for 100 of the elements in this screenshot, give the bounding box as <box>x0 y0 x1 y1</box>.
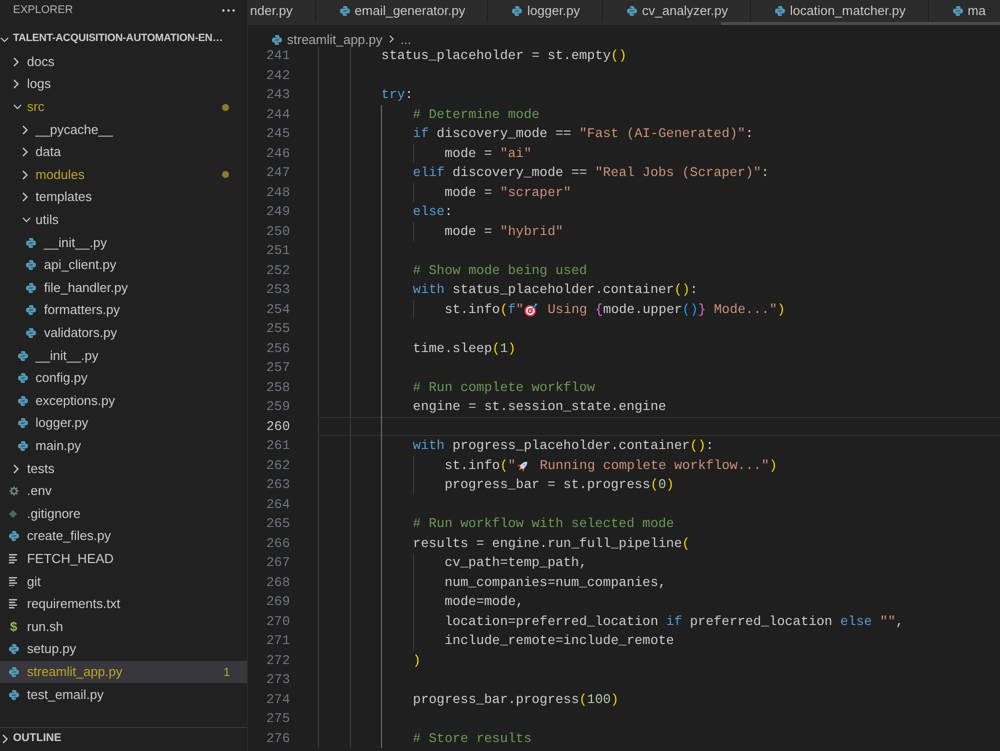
code-line: with status_placeholder.container(): <box>412 281 698 300</box>
line-number: 255 <box>265 320 290 338</box>
file-item[interactable]: setup.py <box>0 638 247 661</box>
code-line: results = engine.run_full_pipeline( <box>412 534 690 553</box>
folder-item[interactable]: templates <box>0 186 247 209</box>
chevron-right-icon[interactable] <box>22 192 28 202</box>
sidebar-title: EXPLORER <box>13 3 73 17</box>
file-item[interactable]: logger.py <box>0 412 247 435</box>
line-number: 274 <box>265 690 290 709</box>
file-item[interactable]: formatters.py <box>0 299 247 322</box>
line-number: 269 <box>265 593 290 612</box>
code-text: Running complete workflow...") <box>538 456 778 475</box>
line-number: 262 <box>265 456 290 475</box>
folder-item[interactable]: __pycache__ <box>0 118 247 141</box>
file-item[interactable]: __init__.py <box>0 344 247 367</box>
python-icon <box>9 644 19 654</box>
breadcrumb-item[interactable]: streamlit_app.py <box>272 32 382 47</box>
chevron-right-icon[interactable] <box>13 79 19 90</box>
line-number: 241 <box>265 47 290 66</box>
folder-item[interactable]: data <box>0 140 247 164</box>
code-line: engine = st.session_state.engine <box>412 398 666 416</box>
line-number: 242 <box>265 66 290 85</box>
file-item[interactable]: __init__.py <box>0 231 247 254</box>
python-icon <box>18 373 28 384</box>
editor-tab[interactable]: ma <box>928 0 1000 22</box>
line-number: 275 <box>265 710 290 728</box>
python-icon <box>952 6 963 16</box>
dartboard-icon <box>524 302 538 316</box>
line-number: 267 <box>265 554 290 572</box>
folder-item[interactable]: tests <box>0 457 247 480</box>
file-item[interactable]: FETCH_HEAD <box>0 548 247 570</box>
chevron-right-icon[interactable] <box>22 147 28 158</box>
python-icon <box>512 6 522 16</box>
python-icon <box>26 260 36 270</box>
python-icon <box>775 6 785 16</box>
file-item[interactable]: main.py <box>0 434 247 458</box>
code-line: status_placeholder = st.empty() <box>381 47 627 66</box>
chevron-down-icon[interactable] <box>0 36 9 42</box>
line-number: 252 <box>265 262 290 280</box>
line-number: 260 <box>265 418 290 436</box>
python-icon <box>26 282 36 293</box>
file-item[interactable]: api_client.py <box>0 254 247 277</box>
folder-item[interactable]: docs <box>0 50 247 74</box>
editor-tab[interactable]: cv_analyzer.py <box>603 0 751 22</box>
line-number: 254 <box>265 300 290 319</box>
code-line: mode = "ai" <box>444 144 532 163</box>
file-item[interactable]: .gitignore <box>0 502 247 526</box>
code-line: num_companies=num_companies, <box>444 574 666 592</box>
chevron-right-icon[interactable] <box>2 734 8 744</box>
file-item[interactable]: requirements.txt <box>0 592 247 616</box>
code-line: # Run workflow with selected mode <box>412 515 674 534</box>
file-item[interactable]: $ run.sh <box>0 615 247 638</box>
chevron-right-icon[interactable] <box>13 56 19 67</box>
editor-tab[interactable]: email_generator.py <box>316 0 488 22</box>
file-item[interactable]: validators.py <box>0 322 247 344</box>
more-actions-icon[interactable] <box>222 8 235 12</box>
chevron-down-icon[interactable] <box>22 217 30 223</box>
folder-item[interactable]: modules <box>0 164 247 186</box>
file-item[interactable]: create_files.py <box>0 525 247 548</box>
python-icon <box>9 690 19 700</box>
line-number: 247 <box>265 164 290 182</box>
code-line: mode = "scraper" <box>444 184 572 202</box>
file-item[interactable]: .env <box>0 480 247 502</box>
code-line: progress_bar.progress(100) <box>412 690 619 709</box>
code-line: time.sleep(1) <box>412 340 516 358</box>
line-number: 264 <box>265 496 290 514</box>
editor-tab[interactable]: location_matcher.py <box>751 0 929 22</box>
outline-section-header[interactable]: OUTLINE <box>0 727 247 749</box>
line-number: 256 <box>265 340 290 358</box>
line-number: 257 <box>265 359 290 378</box>
folder-item[interactable]: src <box>0 96 247 118</box>
line-number: 249 <box>265 203 290 222</box>
python-icon <box>9 531 19 542</box>
line-number: 276 <box>265 730 290 748</box>
editor-tab[interactable]: logger.py <box>488 0 603 22</box>
folder-item[interactable]: logs <box>0 73 247 96</box>
code-line: if discovery_mode == "Fast (AI-Generated)": <box>412 125 754 144</box>
file-item[interactable]: streamlit_app.py 1 <box>0 660 247 684</box>
code-line: # Run complete workflow <box>412 378 595 397</box>
file-item[interactable]: exceptions.py <box>0 390 247 412</box>
gear-icon <box>9 486 19 496</box>
lines-icon <box>9 576 17 586</box>
breadcrumb-item[interactable]: ... <box>400 32 412 47</box>
tab-scrollbar[interactable] <box>721 22 1000 25</box>
chevron-down-icon[interactable] <box>13 104 22 110</box>
folder-item[interactable]: utils <box>0 208 247 232</box>
chevron-right-icon[interactable] <box>22 124 28 135</box>
file-item[interactable]: config.py <box>0 366 247 390</box>
lines-icon <box>9 554 17 564</box>
chevron-right-icon[interactable] <box>13 464 19 474</box>
editor-tab[interactable]: nder.py <box>248 0 316 22</box>
code-line: # Show mode being used <box>412 262 588 280</box>
file-item[interactable]: test_email.py <box>0 683 247 706</box>
file-item[interactable]: git <box>0 570 247 593</box>
file-item[interactable]: file_handler.py <box>0 276 247 300</box>
code-line: mode = "hybrid" <box>444 222 564 241</box>
chevron-right-icon[interactable] <box>22 170 28 180</box>
line-number: 250 <box>265 222 290 241</box>
diamond-icon <box>9 510 17 518</box>
project-folder-header[interactable]: TALENT-ACQUISITION-AUTOMATION-EN… <box>0 28 247 51</box>
